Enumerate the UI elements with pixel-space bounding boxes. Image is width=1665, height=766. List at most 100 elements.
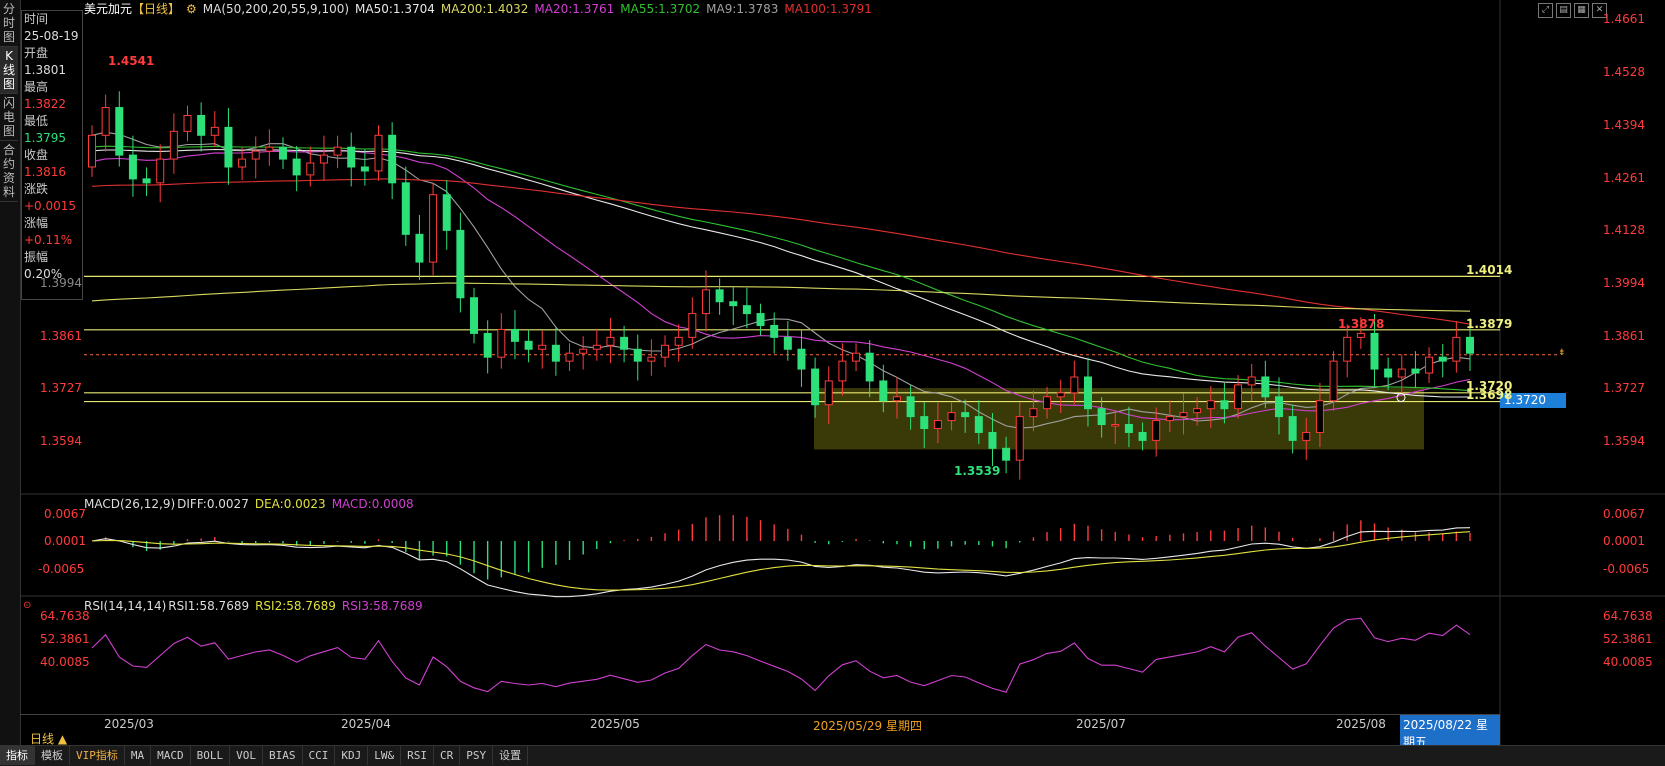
macd-header: MACD(26,12,9) DIFF:0.0027 DEA:0.0023 MACD:0… [84,497,420,511]
level-label: 1.3698 [1466,388,1513,402]
change-value: +0.0015 [24,199,77,213]
candle-body [497,328,506,358]
candle-body [865,352,874,382]
candle-body [510,328,519,342]
candle-info-panel: 时间 25-08-19 开盘 1.3801 最高 1.3822 最低 1.379… [21,10,83,300]
level-label: 1.4014 [1466,263,1513,277]
tab-rsi[interactable]: RSI [401,746,434,765]
low-annotation: 1.3539 [954,464,1001,478]
candle-body [1302,431,1311,441]
rsi-params[interactable]: RSI(14,14,14) [84,599,166,613]
tab-settings[interactable]: 设置 [493,746,529,765]
open-value: 1.3801 [24,63,66,77]
tab-cci[interactable]: CCI [303,746,336,765]
candle-body [1384,368,1393,378]
tab-boll[interactable]: BOLL [191,746,231,765]
tab-vol[interactable]: VOL [230,746,263,765]
candle-body [906,396,915,418]
candle-body [892,396,901,402]
candle-body [1124,424,1133,433]
recent-high-annotation: 1.3878 [1338,317,1385,331]
candle-body [319,154,328,164]
candle-body [128,154,137,180]
tab-psy[interactable]: PSY [460,746,494,765]
macd-tick-left: 0.0067 [44,507,86,521]
close-value: 1.3816 [24,165,66,179]
candle-body [770,324,779,338]
macd-diff: DIFF:0.0027 [177,497,249,511]
date-tick: 2025/04 [341,717,391,731]
candle-body [620,336,629,350]
macd-tick-left: -0.0065 [38,562,85,576]
candle-body [210,126,219,136]
candle-body [1234,384,1243,410]
candle-body [1274,396,1283,418]
candle-body [251,150,260,160]
candle-body [1411,368,1420,374]
candle-body [1452,336,1461,362]
macd-diff-line [91,527,1471,598]
tab-vip-indicators[interactable]: VIP指标 [70,746,125,765]
candle-body [279,146,288,160]
macd-tick: -0.0065 [1603,562,1650,576]
candle-body [1056,392,1065,398]
candle-body [592,344,601,350]
candle-body [579,348,588,354]
macd-tick-left: 0.0001 [44,534,86,548]
candle-body [1343,336,1352,362]
rsi-tick-left: 52.3861 [40,632,90,646]
ma55-line [91,145,1471,392]
candle-body [742,305,751,315]
rsi-settings-icon[interactable]: ⊙ [23,600,31,611]
tab-templates[interactable]: 模板 [35,746,70,765]
candle-body [374,134,383,172]
candle-body [947,412,956,422]
candle-body [524,340,533,350]
indicator-tabbar: 指标 模板 VIP指标 MA MACD BOLL VOL BIAS CCI KDJ LW& RSI CR… [0,745,1665,766]
macd-params[interactable]: MACD(26,12,9) [84,497,175,511]
candle-body [1083,376,1092,410]
candle-body [347,146,356,168]
tab-bias[interactable]: BIAS [263,746,303,765]
candle-body [1220,400,1229,410]
candle-body [879,380,888,402]
candle-body [1315,400,1324,433]
tab-lw[interactable]: LW& [368,746,402,765]
candle-body [156,158,165,184]
date-tick: 2025/07 [1076,717,1126,731]
candle-body [1193,408,1202,414]
candle-body [1425,356,1434,374]
candle-body [565,352,574,362]
candle-body [1438,356,1447,362]
candle-body [1261,376,1270,398]
candle-body [292,158,301,176]
time-axis: 2025/03 2025/04 2025/05 2025/05/29 星期四 2… [20,714,1500,751]
time-label: 时间 [24,12,49,26]
candle-body [701,289,710,315]
tab-indicators[interactable]: 指标 [0,746,35,765]
time-value: 25-08-19 [24,29,79,43]
left-price-tick: 1.3594 [40,434,82,448]
price-tick: 1.4394 [1603,118,1645,132]
candle-body [401,182,410,235]
candle-body [1138,431,1147,441]
candle-body [265,146,274,152]
close-label: 收盘 [24,148,49,162]
tab-kdj[interactable]: KDJ [335,746,369,765]
period-selector[interactable]: 日线 ▲ [20,732,90,746]
candle-body [961,412,970,418]
candle-body [429,194,438,263]
candle-body [142,178,151,184]
candle-body [183,114,192,132]
candle-body [688,313,697,338]
chart-canvas[interactable] [0,0,1665,765]
candle-body [974,416,983,433]
candle-body [606,336,615,346]
candle-body [442,194,451,231]
price-tick: 1.4528 [1603,65,1645,79]
candle-body [1247,376,1256,386]
tab-macd[interactable]: MACD [151,746,191,765]
tab-ma[interactable]: MA [125,746,152,765]
high-label: 最高 [24,80,49,94]
tab-cr[interactable]: CR [434,746,461,765]
